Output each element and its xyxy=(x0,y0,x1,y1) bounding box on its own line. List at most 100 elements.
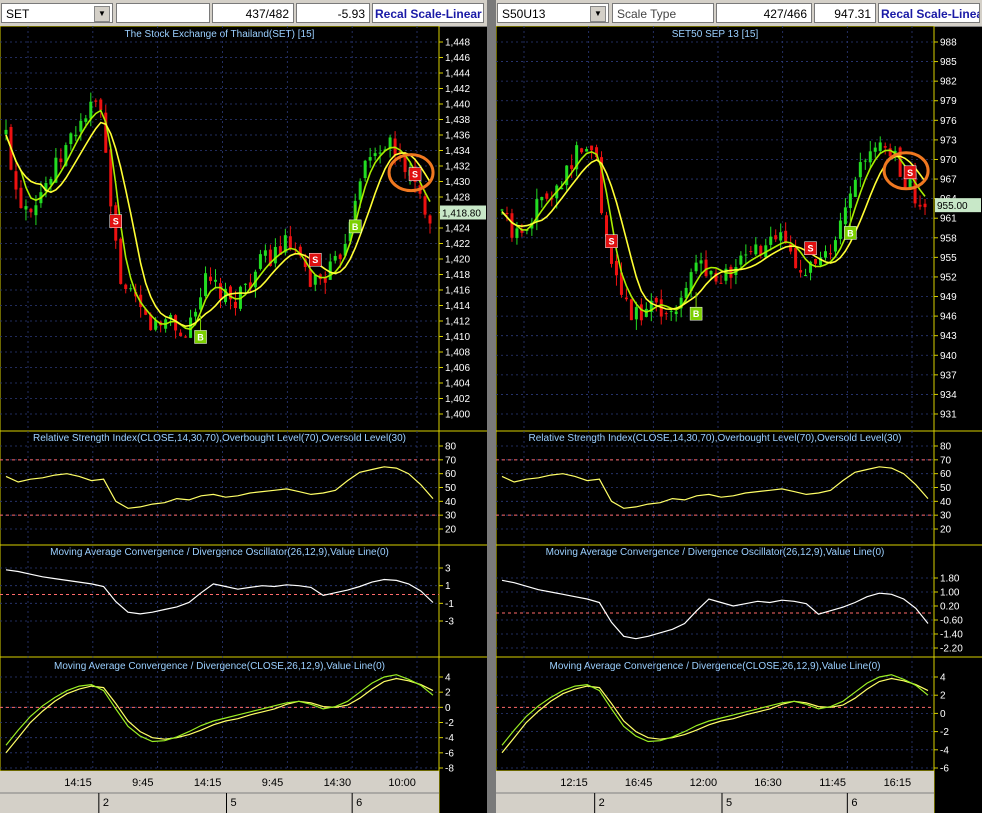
marker-label: B xyxy=(693,309,700,319)
y-tick-label: -8 xyxy=(445,764,454,775)
price-candle xyxy=(179,332,183,337)
right-chart-panel: S50U13 ▼ Scale Type 427/466 947.31 Recal… xyxy=(496,0,982,813)
y-tick-label: 1,436 xyxy=(445,131,470,142)
right-recal-scale-button[interactable]: Recal Scale-Linear xyxy=(878,3,980,23)
plot-frame xyxy=(496,26,935,772)
left-toolbar: SET ▼ 437/482 -5.93 Recal Scale-Linear xyxy=(0,0,487,27)
price-candle xyxy=(923,203,927,208)
y-tick-label: 1,416 xyxy=(445,286,470,297)
price-candle xyxy=(669,310,673,312)
y-tick-label: -3 xyxy=(445,617,454,628)
left-symbol-dropdown[interactable]: SET ▼ xyxy=(1,3,113,23)
price-candle xyxy=(59,158,63,163)
panel-splitter[interactable] xyxy=(487,0,496,813)
price-candle xyxy=(918,204,922,207)
marker-label: B xyxy=(847,228,854,238)
y-tick-label: 961 xyxy=(940,214,957,225)
y-tick-label: 3 xyxy=(445,564,451,575)
day-label: 5 xyxy=(231,797,237,809)
y-tick-label: 50 xyxy=(445,483,457,494)
y-tick-label: 1,420 xyxy=(445,255,470,266)
right-chart-svg[interactable]: SET50 SEP 13 [15] Relative Strength Index… xyxy=(496,26,982,813)
price-candle xyxy=(823,251,827,258)
time-tick-label: 16:45 xyxy=(625,777,653,789)
y-tick-label: 70 xyxy=(445,455,457,466)
right-symbol-dropdown[interactable]: S50U13 ▼ xyxy=(497,3,609,23)
y-tick-label: -2 xyxy=(445,718,454,729)
price-candle xyxy=(219,283,222,299)
price-candle xyxy=(654,297,658,303)
price-candle xyxy=(774,235,778,240)
price-candle xyxy=(263,250,267,256)
right-scale-type-label: Scale Type xyxy=(612,3,714,23)
price-candle xyxy=(853,179,857,197)
y-tick-label: -0.60 xyxy=(940,616,963,627)
price-pane-title: SET50 SEP 13 [15] xyxy=(672,29,759,40)
y-tick-label: 80 xyxy=(940,442,952,453)
y-tick-label: 20 xyxy=(940,525,952,536)
chevron-down-icon[interactable]: ▼ xyxy=(94,6,110,22)
left-chart-panel: SET ▼ 437/482 -5.93 Recal Scale-Linear T… xyxy=(0,0,487,813)
y-tick-label: 1,400 xyxy=(445,410,470,421)
price-candle xyxy=(288,236,292,249)
price-candle xyxy=(769,236,773,245)
y-tick-label: 0 xyxy=(445,703,451,714)
price-candle xyxy=(605,215,609,237)
y-tick-label: 955 xyxy=(940,253,957,264)
rsi-pane-title: Relative Strength Index(CLOSE,14,30,70),… xyxy=(33,433,406,444)
price-candle xyxy=(629,299,633,321)
price-candle xyxy=(510,213,514,238)
y-tick-label: 30 xyxy=(445,511,457,522)
right-symbol-value: S50U13 xyxy=(502,7,546,21)
price-candle xyxy=(704,259,708,277)
y-tick-label: 1.80 xyxy=(940,574,960,585)
time-tick-label: 16:15 xyxy=(884,777,912,789)
price-candle xyxy=(19,187,23,209)
time-tick-label: 14:30 xyxy=(324,777,352,789)
y-tick-label: 60 xyxy=(940,469,952,480)
left-recal-scale-button[interactable]: Recal Scale-Linear xyxy=(372,3,484,23)
price-candle xyxy=(804,275,808,277)
y-tick-label: 2 xyxy=(940,691,946,702)
y-tick-label: 934 xyxy=(940,390,957,401)
y-tick-label: 1,438 xyxy=(445,115,470,126)
marker-label: S xyxy=(312,255,318,265)
price-candle xyxy=(664,313,668,315)
price-candle xyxy=(789,244,793,252)
y-tick-label: 2 xyxy=(445,688,451,699)
time-tick-label: 14:15 xyxy=(194,777,222,789)
price-candle xyxy=(119,238,123,284)
price-candle xyxy=(184,336,188,338)
left-chart-svg[interactable]: The Stock Exchange of Thailand(SET) [15]… xyxy=(0,26,487,813)
price-candle xyxy=(84,118,88,122)
price-candle xyxy=(779,232,783,241)
osc-pane-title: Moving Average Convergence / Divergence … xyxy=(50,547,389,558)
time-tick-label: 14:15 xyxy=(64,777,92,789)
price-candle xyxy=(194,311,198,317)
y-tick-label: -1 xyxy=(445,599,454,610)
day-label: 2 xyxy=(103,797,109,809)
marker-label: B xyxy=(197,332,204,342)
price-candle xyxy=(888,148,892,157)
time-tick-label: 12:15 xyxy=(560,777,588,789)
price-candle xyxy=(644,308,648,317)
y-tick-label: 40 xyxy=(445,497,457,508)
y-tick-label: 931 xyxy=(940,410,957,421)
price-candle xyxy=(34,205,38,216)
y-tick-label: 1,422 xyxy=(445,239,470,250)
day-label: 6 xyxy=(356,797,362,809)
price-candle xyxy=(624,297,628,300)
price-candle xyxy=(848,193,852,208)
right-count-field: 427/466 xyxy=(716,3,812,23)
last-price-label: 1,418.80 xyxy=(442,209,481,220)
right-toolbar: S50U13 ▼ Scale Type 427/466 947.31 Recal… xyxy=(496,0,982,27)
time-tick-label: 14:30 xyxy=(453,777,481,789)
y-tick-label: 937 xyxy=(940,370,957,381)
y-tick-label: -4 xyxy=(445,733,454,744)
price-candle xyxy=(505,213,509,215)
chevron-down-icon[interactable]: ▼ xyxy=(590,6,606,22)
y-tick-label: 1,418 xyxy=(445,270,470,281)
price-candle xyxy=(308,269,312,287)
time-tick-label: 12:00 xyxy=(690,777,718,789)
price-candle xyxy=(674,311,678,315)
